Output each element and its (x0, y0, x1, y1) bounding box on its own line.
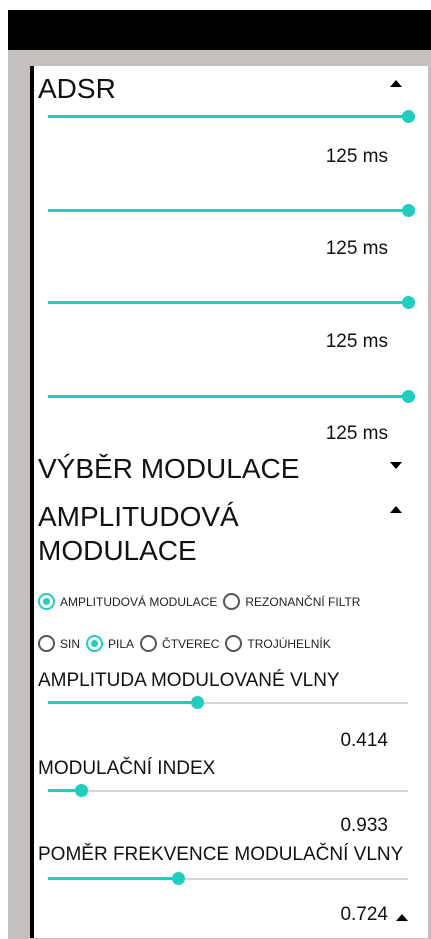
radio-label: TROJÚHELNÍK (247, 636, 331, 651)
adsr-value-sustain: 125 ms (325, 331, 388, 352)
param-label-frequency-ratio: POMĚR FREKVENCE MODULAČNÍ VLNY (38, 844, 404, 865)
adsr-collapse-icon[interactable] (390, 80, 402, 87)
radio-circle[interactable] (140, 635, 158, 652)
radio-label: SIN (60, 636, 81, 651)
slider-thumb[interactable] (172, 872, 186, 885)
amplitude-modulation-title-line1: AMPLITUDOVÁ (38, 501, 239, 532)
param-value-modulation-index: 0.933 (340, 815, 388, 836)
radio-circle[interactable] (225, 635, 243, 652)
amplitude-modulation-collapse-icon[interactable] (390, 506, 402, 513)
radio-amplitude-modulation[interactable]: AMPLITUDOVÁ MODULACE (38, 593, 217, 610)
settings-panel[interactable]: ADSR 125 ms 125 ms 125 ms 125 ms VÝBĚR M… (30, 66, 428, 938)
slider-fill (48, 877, 179, 880)
slider-thumb[interactable] (402, 296, 415, 309)
radio-sin[interactable]: SIN (38, 635, 80, 652)
param-slider-modulation-index[interactable] (48, 784, 408, 798)
adsr-value-decay: 125 ms (325, 238, 388, 259)
radio-label: REZONANČNÍ FILTR (245, 594, 361, 609)
slider-fill (48, 701, 198, 704)
param-value-frequency-ratio: 0.724 (340, 904, 388, 925)
slider-fill (48, 115, 408, 118)
adsr-value-attack: 125 ms (325, 146, 388, 167)
amplitude-modulation-title-line2: MODULACE (38, 535, 197, 566)
scroll-up-icon[interactable] (396, 914, 408, 921)
slider-thumb[interactable] (402, 204, 415, 217)
radio-label: AMPLITUDOVÁ MODULACE (60, 594, 218, 609)
adsr-section-title: ADSR (38, 73, 116, 104)
param-slider-amplitude[interactable] (48, 696, 408, 710)
adsr-value-release: 125 ms (325, 423, 388, 444)
radio-label: PILA (108, 636, 135, 651)
radio-circle-checked[interactable] (38, 593, 55, 610)
radio-circle[interactable] (38, 635, 55, 652)
waveform-radio-group[interactable]: SIN PILA ČTVEREC TROJÚHELNÍK (38, 635, 337, 652)
adsr-slider-release[interactable] (48, 390, 415, 404)
slider-fill (48, 301, 408, 304)
adsr-slider-attack[interactable] (48, 110, 415, 124)
adsr-slider-decay[interactable] (48, 204, 415, 218)
param-label-amplitude: AMPLITUDA MODULOVANÉ VLNY (38, 670, 340, 691)
radio-resonant-filter[interactable]: REZONANČNÍ FILTR (223, 593, 360, 610)
radio-circle[interactable] (223, 593, 241, 610)
param-value-amplitude: 0.414 (340, 730, 388, 751)
radio-trojuhelnik[interactable]: TROJÚHELNÍK (225, 635, 331, 652)
param-slider-frequency-ratio[interactable] (48, 872, 408, 886)
radio-ctverec[interactable]: ČTVEREC (140, 635, 219, 652)
adsr-slider-sustain[interactable] (48, 296, 415, 310)
radio-pila[interactable]: PILA (86, 635, 134, 652)
modulation-type-radio-group[interactable]: AMPLITUDOVÁ MODULACE REZONANČNÍ FILTR (38, 593, 366, 610)
slider-track (48, 790, 408, 792)
modulation-select-title: VÝBĚR MODULACE (38, 453, 300, 484)
param-label-modulation-index: MODULAČNÍ INDEX (38, 758, 216, 779)
slider-fill (48, 395, 408, 398)
slider-thumb[interactable] (191, 696, 205, 709)
radio-label: ČTVEREC (162, 636, 220, 651)
slider-thumb[interactable] (402, 390, 415, 403)
slider-thumb[interactable] (75, 784, 89, 797)
radio-circle-checked[interactable] (86, 635, 104, 652)
slider-fill (48, 209, 408, 212)
modulation-select-expand-icon[interactable] (390, 462, 402, 469)
status-bar (8, 10, 431, 50)
slider-thumb[interactable] (402, 110, 415, 123)
